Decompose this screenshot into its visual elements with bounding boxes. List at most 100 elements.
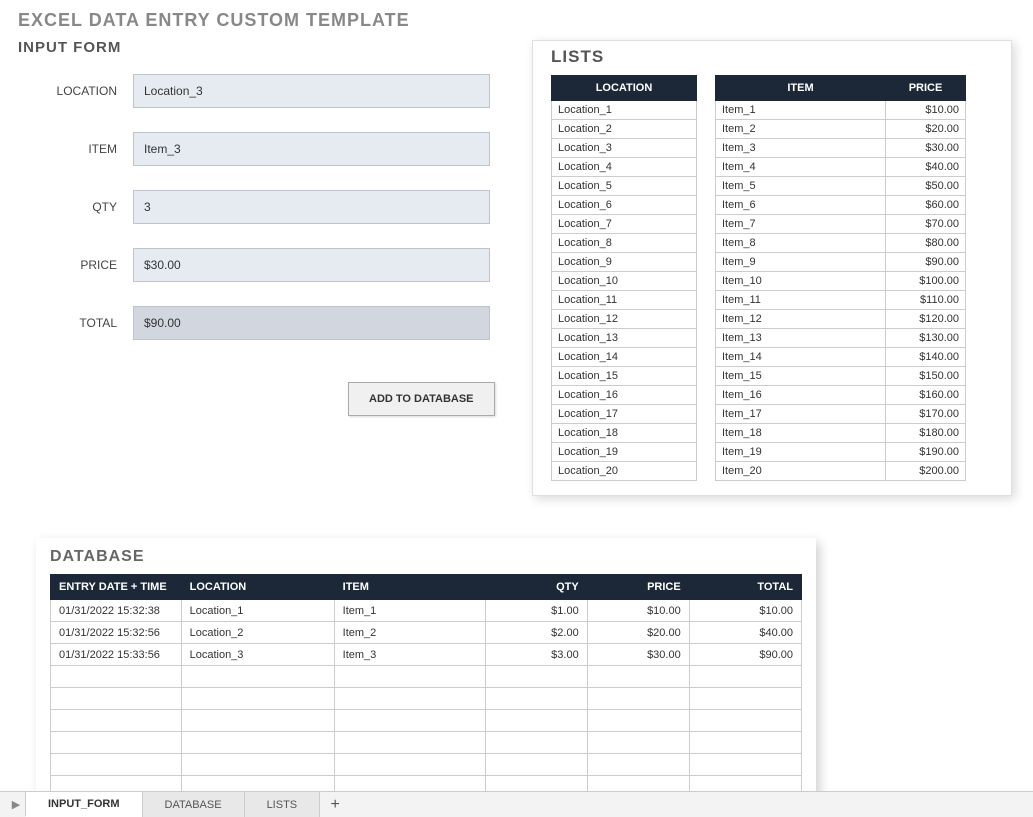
db-cell-empty	[181, 754, 334, 776]
list-row: Location_19	[552, 443, 697, 462]
db-cell-empty	[689, 688, 801, 710]
location-cell: Location_8	[552, 234, 697, 253]
location-cell: Location_20	[552, 462, 697, 481]
db-cell-empty	[181, 732, 334, 754]
item-name-cell: Item_11	[716, 291, 886, 310]
input-qty[interactable]: 3	[133, 190, 490, 224]
db-cell-empty	[334, 710, 485, 732]
db-header-price: PRICE	[587, 575, 689, 600]
list-row: Location_14	[552, 348, 697, 367]
db-cell-empty	[485, 710, 587, 732]
item-price-cell: $200.00	[886, 462, 966, 481]
list-row: Item_19$190.00	[716, 443, 966, 462]
location-cell: Location_14	[552, 348, 697, 367]
list-row: Item_1$10.00	[716, 101, 966, 120]
label-qty: QTY	[18, 200, 133, 214]
item-price-cell: $30.00	[886, 139, 966, 158]
item-name-cell: Item_3	[716, 139, 886, 158]
item-name-cell: Item_6	[716, 196, 886, 215]
item-price-cell: $90.00	[886, 253, 966, 272]
item-name-cell: Item_7	[716, 215, 886, 234]
item-name-cell: Item_8	[716, 234, 886, 253]
db-cell-empty	[689, 710, 801, 732]
input-price[interactable]: $30.00	[133, 248, 490, 282]
list-row: Item_6$60.00	[716, 196, 966, 215]
list-row: Location_2	[552, 120, 697, 139]
item-list-table: ITEM PRICE Item_1$10.00Item_2$20.00Item_…	[715, 75, 966, 481]
item-name-cell: Item_20	[716, 462, 886, 481]
location-cell: Location_18	[552, 424, 697, 443]
location-cell: Location_5	[552, 177, 697, 196]
list-row: Item_4$40.00	[716, 158, 966, 177]
location-cell: Location_11	[552, 291, 697, 310]
table-row-empty	[51, 666, 802, 688]
list-row: Location_4	[552, 158, 697, 177]
db-cell-price: $10.00	[587, 600, 689, 622]
list-row: Item_14$140.00	[716, 348, 966, 367]
list-row: Location_3	[552, 139, 697, 158]
add-sheet-button[interactable]: +	[320, 792, 350, 817]
item-name-cell: Item_10	[716, 272, 886, 291]
db-cell-location: Location_2	[181, 622, 334, 644]
list-row: Item_12$120.00	[716, 310, 966, 329]
db-cell-entry: 01/31/2022 15:32:38	[51, 600, 182, 622]
item-name-cell: Item_14	[716, 348, 886, 367]
add-to-database-button[interactable]: ADD TO DATABASE	[348, 382, 495, 416]
db-cell-empty	[334, 666, 485, 688]
sheet-tab-database[interactable]: DATABASE	[142, 792, 245, 817]
tab-nav-prev-icon[interactable]: ▶	[6, 792, 26, 817]
list-row: Item_7$70.00	[716, 215, 966, 234]
db-cell-empty	[51, 666, 182, 688]
location-cell: Location_10	[552, 272, 697, 291]
table-row-empty	[51, 688, 802, 710]
location-cell: Location_16	[552, 386, 697, 405]
list-row: Location_9	[552, 253, 697, 272]
db-cell-empty	[485, 688, 587, 710]
db-cell-empty	[689, 732, 801, 754]
item-name-cell: Item_9	[716, 253, 886, 272]
item-price-cell: $160.00	[886, 386, 966, 405]
list-row: Location_17	[552, 405, 697, 424]
list-row: Location_13	[552, 329, 697, 348]
lists-panel: LISTS LOCATION Location_1Location_2Locat…	[532, 40, 1012, 496]
item-price-cell: $70.00	[886, 215, 966, 234]
item-price-cell: $20.00	[886, 120, 966, 139]
input-location[interactable]: Location_3	[133, 74, 490, 108]
table-row-empty	[51, 710, 802, 732]
item-price-cell: $130.00	[886, 329, 966, 348]
page-title: EXCEL DATA ENTRY CUSTOM TEMPLATE	[0, 0, 1033, 39]
list-row: Location_11	[552, 291, 697, 310]
location-cell: Location_13	[552, 329, 697, 348]
db-cell-empty	[51, 754, 182, 776]
db-cell-empty	[51, 732, 182, 754]
item-price-cell: $10.00	[886, 101, 966, 120]
list-row: Item_17$170.00	[716, 405, 966, 424]
db-header-qty: QTY	[485, 575, 587, 600]
db-cell-empty	[334, 754, 485, 776]
list-row: Item_8$80.00	[716, 234, 966, 253]
db-cell-entry: 01/31/2022 15:33:56	[51, 644, 182, 666]
location-cell: Location_7	[552, 215, 697, 234]
input-item[interactable]: Item_3	[133, 132, 490, 166]
location-cell: Location_2	[552, 120, 697, 139]
db-cell-empty	[689, 666, 801, 688]
item-price-cell: $140.00	[886, 348, 966, 367]
db-cell-qty: $2.00	[485, 622, 587, 644]
item-name-cell: Item_13	[716, 329, 886, 348]
table-row: 01/31/2022 15:32:38Location_1Item_1$1.00…	[51, 600, 802, 622]
item-name-cell: Item_12	[716, 310, 886, 329]
item-price-cell: $50.00	[886, 177, 966, 196]
sheet-tab-lists[interactable]: LISTS	[244, 792, 321, 817]
db-cell-price: $30.00	[587, 644, 689, 666]
db-cell-qty: $3.00	[485, 644, 587, 666]
table-row: 01/31/2022 15:33:56Location_3Item_3$3.00…	[51, 644, 802, 666]
item-list-header: ITEM	[716, 76, 886, 101]
list-row: Item_11$110.00	[716, 291, 966, 310]
db-cell-empty	[587, 754, 689, 776]
item-name-cell: Item_4	[716, 158, 886, 177]
db-cell-empty	[51, 710, 182, 732]
list-row: Item_15$150.00	[716, 367, 966, 386]
list-row: Location_1	[552, 101, 697, 120]
location-cell: Location_12	[552, 310, 697, 329]
sheet-tab-input-form[interactable]: INPUT_FORM	[25, 792, 143, 817]
